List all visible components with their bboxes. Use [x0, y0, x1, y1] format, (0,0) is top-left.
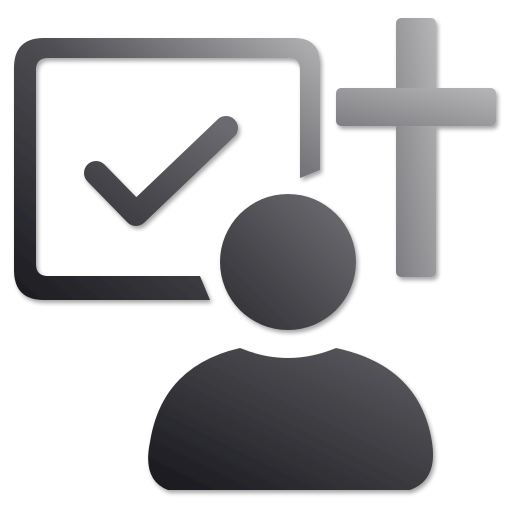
user-body: [148, 348, 434, 490]
cross-icon: [336, 18, 496, 277]
icon-canvas: [0, 0, 512, 512]
confirm-user-composite-icon: [14, 18, 496, 490]
check-mark-icon: [84, 116, 238, 226]
user-icon: [148, 194, 434, 490]
user-head: [220, 194, 356, 330]
